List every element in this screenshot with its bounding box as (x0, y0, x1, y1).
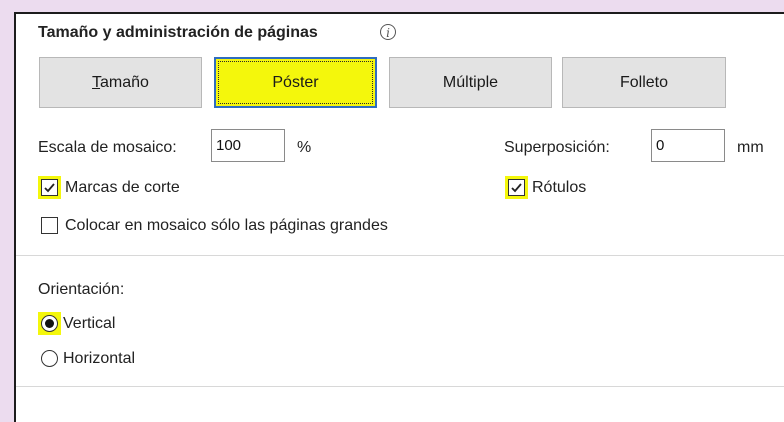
info-icon[interactable]: i (380, 24, 396, 40)
cut-marks-checkbox[interactable] (38, 176, 61, 199)
section-title: Tamaño y administración de páginas (38, 24, 318, 41)
vertical-radio[interactable] (41, 315, 58, 332)
tile-scale-input[interactable] (211, 129, 285, 162)
page-sizing-panel: Tamaño y administración de páginas i Tam… (14, 12, 784, 422)
tab-booklet-label: Folleto (619, 73, 669, 91)
checkmark-icon (44, 183, 55, 193)
tab-size-label: Tamaño (92, 73, 149, 91)
checkmark-icon (511, 183, 522, 193)
tile-scale-unit: % (297, 139, 312, 156)
labels-checkbox[interactable] (505, 176, 528, 199)
labels-label: Rótulos (532, 179, 587, 196)
large-pages-label: Colocar en mosaico sólo las páginas gran… (65, 217, 388, 234)
tile-scale-label: Escala de mosaico: (38, 139, 177, 156)
large-pages-checkbox[interactable] (41, 217, 58, 234)
tab-size[interactable]: Tamaño (39, 57, 202, 108)
tab-poster[interactable]: Póster (214, 57, 377, 108)
tab-multiple[interactable]: Múltiple (389, 57, 552, 108)
section-divider (16, 255, 784, 256)
tab-booklet[interactable]: Folleto (562, 57, 726, 108)
tab-poster-label: Póster (272, 73, 319, 91)
overlap-input[interactable] (651, 129, 725, 162)
bottom-divider (16, 386, 784, 387)
vertical-label: Vertical (63, 315, 116, 332)
horizontal-label: Horizontal (63, 350, 136, 367)
tab-multiple-label: Múltiple (442, 73, 499, 91)
cut-marks-label: Marcas de corte (65, 179, 180, 196)
overlap-unit: mm (737, 139, 764, 156)
radio-selected-dot (45, 319, 54, 328)
orientation-label: Orientación: (38, 281, 125, 298)
horizontal-radio[interactable] (41, 350, 58, 367)
overlap-label: Superposición: (504, 139, 610, 156)
